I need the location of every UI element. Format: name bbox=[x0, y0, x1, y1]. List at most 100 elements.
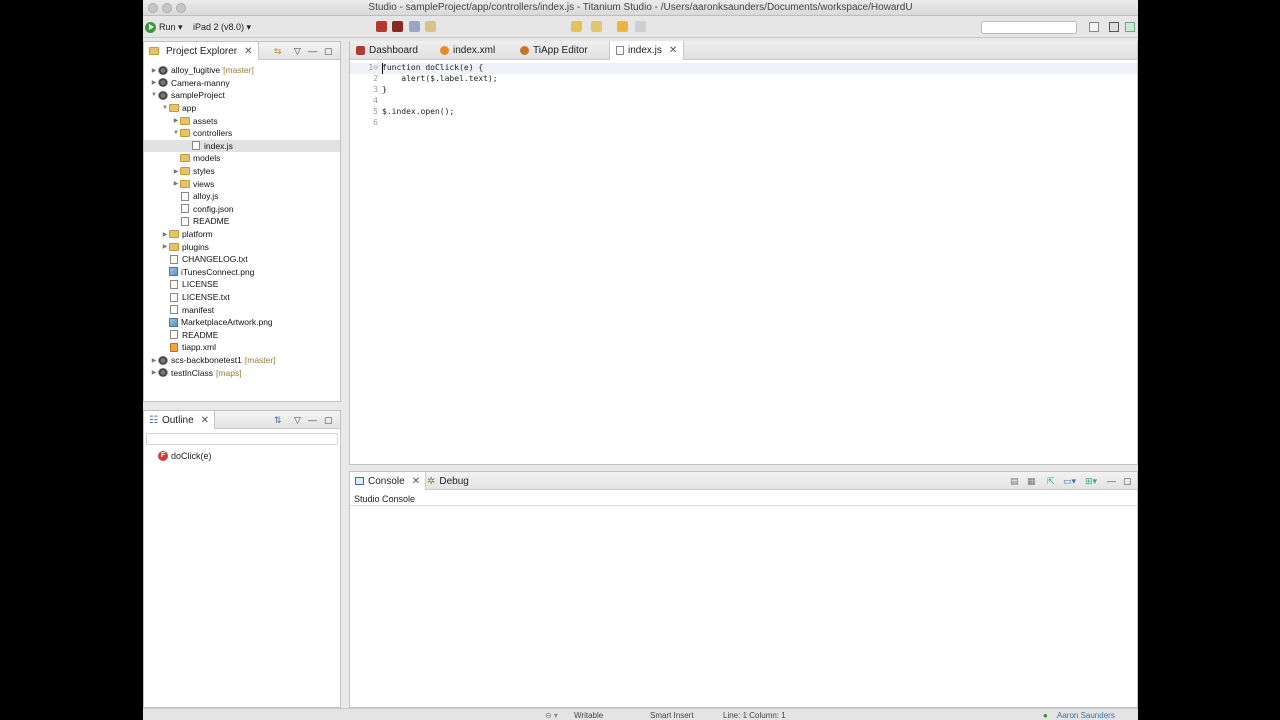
minimize-icon[interactable]: — bbox=[1107, 476, 1116, 486]
tree-item[interactable]: ▶ platform bbox=[144, 228, 340, 241]
collapsed-chevron-icon[interactable]: ▶ bbox=[150, 369, 158, 376]
forward-arrow-icon[interactable] bbox=[635, 21, 646, 32]
tree-item[interactable]: LICENSE bbox=[144, 278, 340, 291]
code-line[interactable]: 1⊖ function doClick(e) { bbox=[350, 63, 1137, 74]
close-icon[interactable]: ✕ bbox=[412, 476, 420, 487]
tree-item-label: iTunesConnect.png bbox=[181, 266, 255, 277]
line-number: 6 bbox=[373, 118, 378, 127]
view-menu-icon[interactable]: ▽ bbox=[294, 415, 301, 426]
collapsed-chevron-icon[interactable]: ▶ bbox=[150, 79, 158, 86]
maximize-icon[interactable]: ▢ bbox=[324, 46, 333, 57]
tree-item[interactable]: CHANGELOG.txt bbox=[144, 253, 340, 266]
code-line[interactable]: 4 bbox=[350, 96, 1137, 107]
code-line[interactable]: 2 alert($.label.text); bbox=[350, 74, 1137, 85]
link-editor-icon[interactable]: ⇆ bbox=[274, 46, 282, 57]
tree-item-label: alloy_fugitive bbox=[171, 65, 221, 76]
editor-panel: Dashboard index.xml TiApp Editor index.j… bbox=[349, 41, 1138, 465]
code-line[interactable]: 5 $.index.open(); bbox=[350, 107, 1137, 118]
collapsed-chevron-icon[interactable]: ▶ bbox=[161, 231, 169, 238]
tree-item[interactable]: iTunesConnect.png bbox=[144, 266, 340, 279]
collapsed-chevron-icon[interactable]: ▶ bbox=[172, 168, 180, 175]
expanded-chevron-icon[interactable]: ▼ bbox=[172, 130, 180, 136]
minimize-icon[interactable]: — bbox=[308, 415, 317, 425]
tab-index-xml[interactable]: index.xml bbox=[434, 41, 501, 60]
run-play-icon bbox=[145, 21, 156, 33]
outline-item-doclick[interactable]: F doClick(e) bbox=[158, 451, 212, 461]
open-console-icon[interactable]: ⊞▾ bbox=[1085, 476, 1097, 487]
tab-debug[interactable]: ✲ Debug bbox=[422, 472, 474, 490]
tab-index-js[interactable]: index.js ✕ bbox=[609, 41, 685, 60]
collapsed-chevron-icon[interactable]: ▶ bbox=[172, 117, 180, 124]
tab-label: TiApp Editor bbox=[533, 45, 588, 56]
tree-item[interactable]: models bbox=[144, 152, 340, 165]
tab-dashboard[interactable]: Dashboard bbox=[350, 41, 424, 60]
edit-toolbar-icon[interactable] bbox=[425, 21, 436, 32]
tree-item[interactable]: MarketplaceArtwork.png bbox=[144, 316, 340, 329]
collapsed-chevron-icon[interactable]: ▶ bbox=[172, 180, 180, 187]
run-target-select[interactable]: iPad 2 (v8.0) ▾ bbox=[193, 22, 251, 33]
sort-icon[interactable]: ⇅ bbox=[274, 415, 282, 426]
tree-item[interactable]: config.json bbox=[144, 203, 340, 216]
folder-icon bbox=[180, 167, 190, 176]
tree-item[interactable]: README bbox=[144, 215, 340, 228]
tree-item[interactable]: ▶ scs-backbonetest1 [master] bbox=[144, 354, 340, 367]
status-memory-icon[interactable]: ⊖ ▾ bbox=[545, 711, 558, 720]
status-user[interactable]: Aaron Saunders bbox=[1057, 711, 1115, 720]
maximize-icon[interactable]: ▢ bbox=[324, 415, 333, 426]
pin-console-icon[interactable]: ⇱ bbox=[1047, 476, 1055, 487]
tree-item[interactable]: alloy.js bbox=[144, 190, 340, 203]
code-line[interactable]: 3} bbox=[350, 85, 1137, 96]
list-toolbar-icon[interactable] bbox=[409, 21, 420, 32]
dashboard-toolbar-icon[interactable] bbox=[376, 21, 387, 32]
tree-item[interactable]: tiapp.xml bbox=[144, 341, 340, 354]
line-number: 5 bbox=[373, 107, 378, 116]
collapsed-chevron-icon[interactable]: ▶ bbox=[150, 67, 158, 74]
search-input[interactable] bbox=[981, 21, 1077, 34]
tree-item[interactable]: ▶ styles bbox=[144, 165, 340, 178]
clear-console-icon[interactable]: ▤ bbox=[1010, 476, 1019, 487]
tree-item[interactable]: ▶ testInClass [maps] bbox=[144, 366, 340, 379]
maximize-icon[interactable]: ▢ bbox=[1123, 476, 1132, 487]
app-toolbar-icon[interactable] bbox=[392, 21, 403, 32]
tab-console[interactable]: Console ✕ bbox=[350, 472, 427, 490]
tab-project-explorer[interactable]: Project Explorer ✕ bbox=[144, 42, 259, 60]
tree-item[interactable]: ▼ app bbox=[144, 102, 340, 115]
close-icon[interactable]: ✕ bbox=[669, 45, 677, 56]
expanded-chevron-icon[interactable]: ▼ bbox=[161, 105, 169, 111]
tree-item[interactable]: ▼ sampleProject bbox=[144, 89, 340, 102]
tree-item[interactable]: ▼ controllers bbox=[144, 127, 340, 140]
tree-item[interactable]: ▶ assets bbox=[144, 114, 340, 127]
tab-outline[interactable]: ☷ Outline ✕ bbox=[144, 411, 216, 429]
code-line[interactable]: 6 bbox=[350, 118, 1137, 129]
tree-item[interactable]: index.js bbox=[144, 139, 340, 153]
file-icon bbox=[192, 141, 200, 151]
bulb-toolbar-icon[interactable] bbox=[571, 21, 582, 32]
debug-perspective-icon[interactable] bbox=[1125, 22, 1135, 32]
close-icon[interactable]: ✕ bbox=[201, 415, 209, 426]
line-number: 1⊖ bbox=[368, 63, 378, 72]
mobile-perspective-icon[interactable] bbox=[1109, 22, 1119, 32]
tree-item[interactable]: ▶ alloy_fugitive [master] bbox=[144, 64, 340, 77]
back-arrow-icon[interactable] bbox=[617, 21, 628, 32]
code-editor[interactable]: 1⊖ function doClick(e) {2 alert($.label.t… bbox=[350, 60, 1137, 464]
perspective-icon[interactable] bbox=[1089, 22, 1099, 32]
tree-item-label: LICENSE bbox=[182, 279, 219, 290]
tab-tiapp-editor[interactable]: TiApp Editor bbox=[514, 41, 594, 60]
outline-filter-input[interactable] bbox=[146, 433, 338, 445]
minimize-icon[interactable]: — bbox=[308, 46, 317, 56]
collapsed-chevron-icon[interactable]: ▶ bbox=[161, 243, 169, 250]
run-button[interactable]: Run ▾ bbox=[145, 20, 183, 34]
collapsed-chevron-icon[interactable]: ▶ bbox=[150, 357, 158, 364]
tree-item[interactable]: manifest bbox=[144, 303, 340, 316]
close-icon[interactable]: ✕ bbox=[244, 46, 252, 57]
display-console-icon[interactable]: ▭▾ bbox=[1063, 476, 1076, 487]
tree-item[interactable]: ▶ Camera-manny bbox=[144, 77, 340, 90]
tree-item[interactable]: README bbox=[144, 329, 340, 342]
tree-item[interactable]: ▶ plugins bbox=[144, 240, 340, 253]
scroll-lock-icon[interactable]: ▦ bbox=[1027, 476, 1036, 487]
annotation-toolbar-icon[interactable] bbox=[591, 21, 602, 32]
expanded-chevron-icon[interactable]: ▼ bbox=[150, 92, 158, 98]
view-menu-icon[interactable]: ▽ bbox=[294, 46, 301, 57]
tree-item[interactable]: ▶ views bbox=[144, 177, 340, 190]
tree-item[interactable]: LICENSE.txt bbox=[144, 291, 340, 304]
